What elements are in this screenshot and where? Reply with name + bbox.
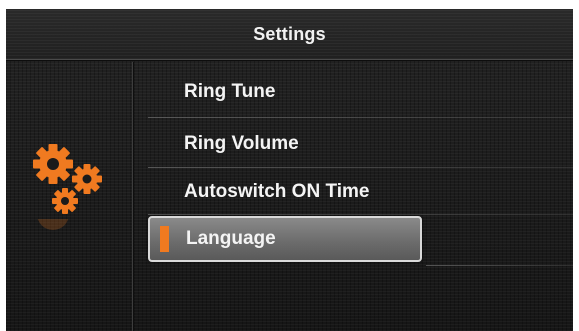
selection-indicator: [160, 226, 169, 252]
menu-separator: [426, 265, 573, 266]
menu-item-label: Ring Volume: [184, 133, 299, 154]
menu-item-language[interactable]: Language: [148, 216, 422, 262]
menu-separator: [148, 214, 573, 215]
menu-item-label: Language: [186, 228, 276, 249]
menu-separator: [148, 167, 573, 168]
menu-item-autoswitch-on-time[interactable]: Autoswitch ON Time: [148, 170, 573, 214]
menu-separator: [148, 117, 573, 118]
menu-item-ring-tune[interactable]: Ring Tune: [148, 70, 573, 114]
gears-icon-reflection: [28, 219, 108, 269]
page-title: Settings: [253, 24, 326, 44]
gears-icon: [28, 139, 108, 219]
menu-item-label: Ring Tune: [184, 81, 276, 102]
title-bar: Settings: [6, 9, 573, 60]
settings-screen: Settings Ring Tune Ring Volume Autoswitc…: [6, 9, 573, 331]
menu-item-ring-volume[interactable]: Ring Volume: [148, 122, 573, 166]
menu-item-label: Autoswitch ON Time: [184, 181, 370, 202]
left-panel-divider: [132, 62, 133, 331]
